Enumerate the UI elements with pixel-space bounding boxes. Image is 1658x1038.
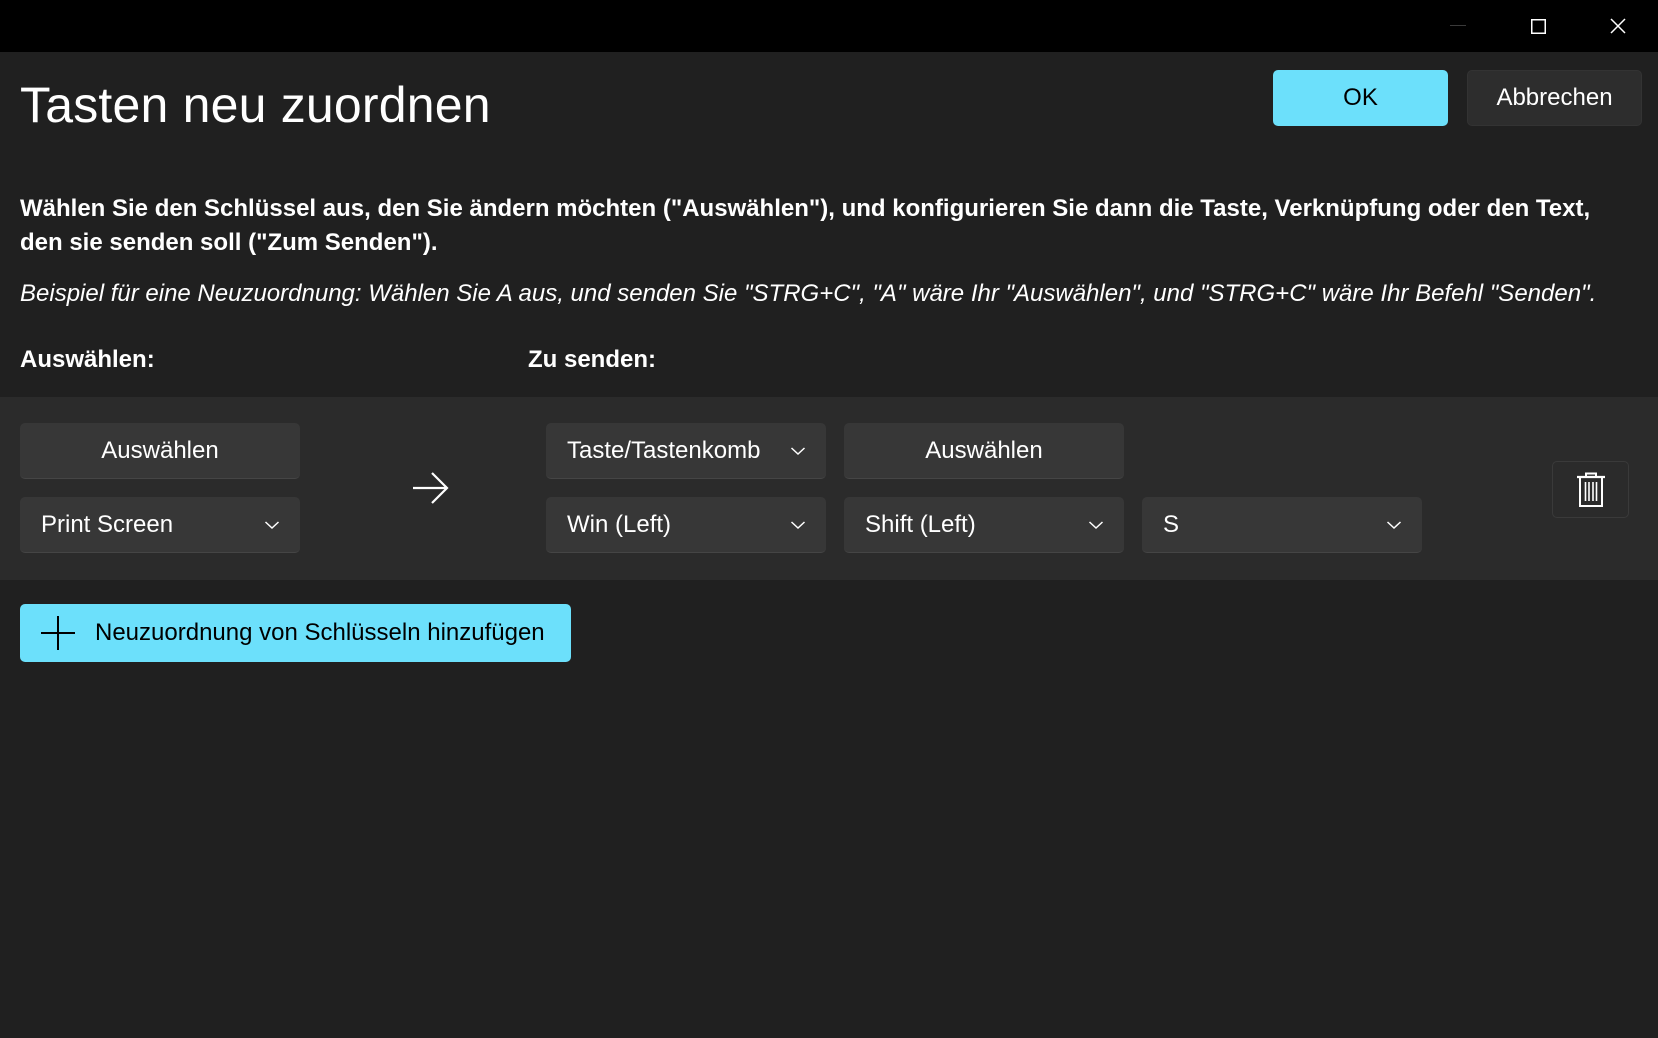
target-key-dropdown-2[interactable]: Shift (Left) (844, 497, 1124, 553)
chevron-down-icon (1088, 520, 1104, 529)
example-text: Beispiel für eine Neuzuordnung: Wählen S… (20, 280, 1597, 307)
target-select-label: Auswählen (925, 436, 1043, 464)
minimize-icon (1450, 25, 1466, 26)
chevron-down-icon (264, 520, 280, 529)
target-key-value: S (1163, 510, 1180, 538)
chevron-down-icon (790, 520, 806, 529)
target-type-dropdown[interactable]: Taste/Tastenkomb (546, 423, 826, 479)
target-key-value: Shift (Left) (865, 510, 976, 538)
send-column-header: Zu senden: (528, 346, 657, 373)
target-key-value: Win (Left) (567, 510, 672, 538)
add-mapping-label: Neuzuordnung von Schlüsseln hinzufügen (95, 619, 545, 646)
target-key-dropdown-3[interactable]: S (1142, 497, 1422, 553)
page-title: Tasten neu zuordnen (20, 77, 491, 133)
source-key-dropdown[interactable]: Print Screen (20, 497, 300, 553)
chevron-down-icon (1386, 520, 1402, 529)
minimize-button[interactable] (1418, 0, 1498, 52)
cancel-button[interactable]: Abbrechen (1467, 70, 1642, 126)
chevron-down-icon (790, 446, 806, 455)
maximize-button[interactable] (1498, 0, 1578, 52)
close-button[interactable] (1578, 0, 1658, 52)
trash-icon (1576, 472, 1605, 507)
ok-button[interactable]: OK (1273, 70, 1448, 126)
plus-icon (40, 615, 76, 651)
delete-mapping-button[interactable] (1552, 461, 1629, 518)
target-type-value: Taste/Tastenkomb (567, 436, 761, 464)
select-column-header: Auswählen: (20, 346, 155, 373)
source-select-button[interactable]: Auswählen (20, 423, 300, 479)
source-key-value: Print Screen (41, 510, 174, 538)
add-mapping-button[interactable]: Neuzuordnung von Schlüsseln hinzufügen (20, 604, 571, 662)
target-key-dropdown-1[interactable]: Win (Left) (546, 497, 826, 553)
instructions-text: Wählen Sie den Schlüssel aus, den Sie än… (20, 195, 1591, 256)
source-select-label: Auswählen (101, 436, 219, 464)
arrow-right-icon (413, 472, 449, 504)
title-bar (0, 0, 1658, 52)
maximize-icon (1530, 18, 1546, 34)
close-icon (1610, 18, 1626, 34)
target-select-button[interactable]: Auswählen (844, 423, 1124, 479)
